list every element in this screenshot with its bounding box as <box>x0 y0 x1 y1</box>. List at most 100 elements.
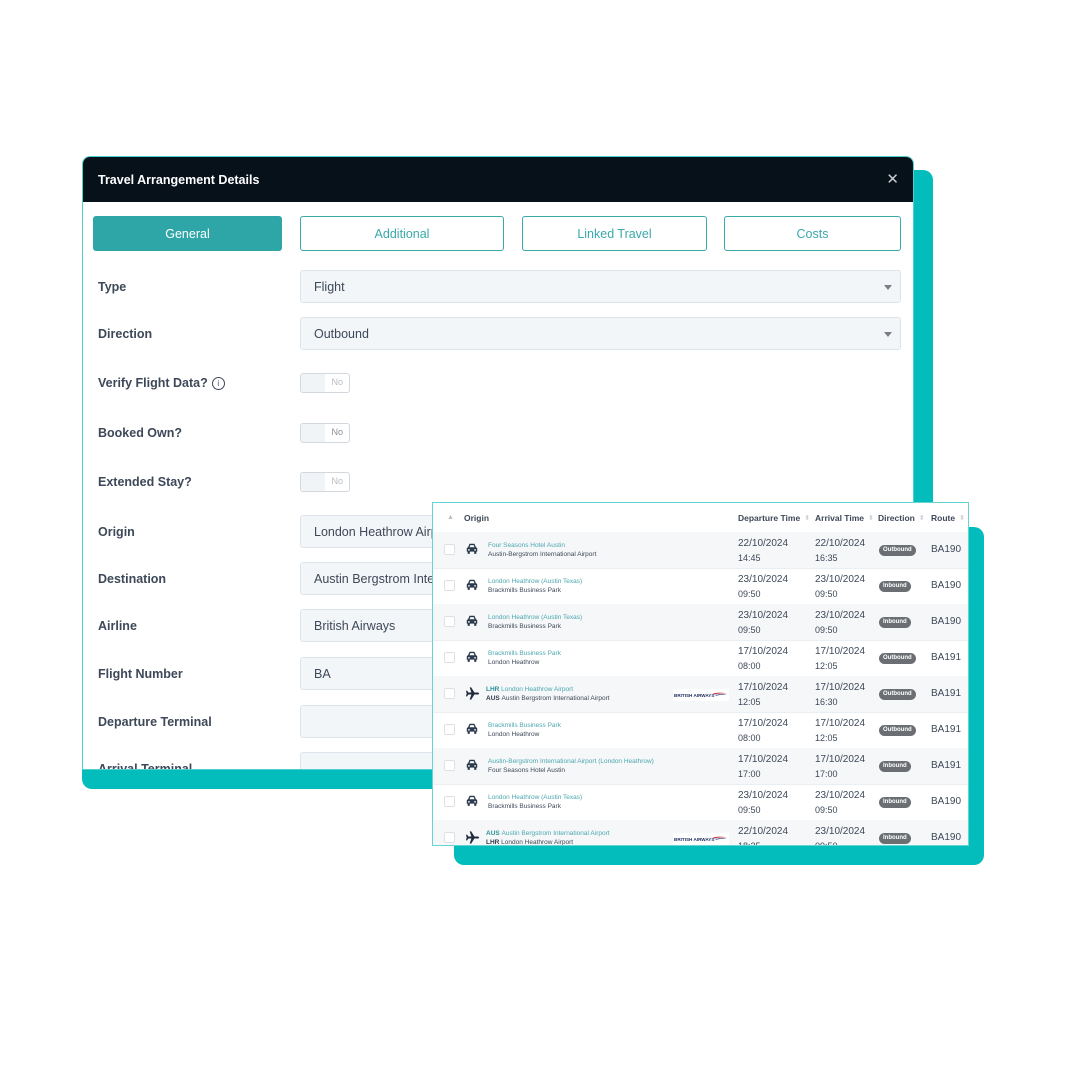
departure-cell: 22/10/2024 18:25 <box>738 824 789 845</box>
table-row[interactable]: London Heathrow (Austin Texas) Brackmills… <box>433 784 968 821</box>
time-text: 09:50 <box>738 589 761 599</box>
origin-label: Origin <box>98 525 135 539</box>
time-text: 14:45 <box>738 553 761 563</box>
origin-line[interactable]: AUS Austin Bergstrom International Airpo… <box>486 829 610 838</box>
route-cell: BA191 <box>931 760 962 771</box>
direction-label: Direction <box>98 327 153 341</box>
time-text: 09:50 <box>738 805 761 815</box>
info-icon[interactable]: i <box>211 376 225 390</box>
origin-line[interactable]: LHR London Heathrow Airport <box>486 685 610 694</box>
table-row[interactable]: London Heathrow (Austin Texas) Brackmills… <box>433 604 968 641</box>
arrival-cell: 17/10/2024 12:05 <box>815 644 865 674</box>
time-text: 09:50 <box>738 625 761 635</box>
row-checkbox[interactable] <box>444 616 455 627</box>
airport-code: LHR <box>486 686 502 693</box>
row-checkbox[interactable] <box>444 544 455 555</box>
booked-own-toggle[interactable]: No <box>300 423 350 443</box>
time-text: 09:50 <box>815 625 838 635</box>
airline-label: Airline <box>98 619 137 633</box>
origin-line[interactable]: London Heathrow (Austin Texas) <box>488 613 582 622</box>
row-checkbox[interactable] <box>444 832 455 843</box>
origin-cell: London Heathrow (Austin Texas) Brackmills… <box>488 577 582 595</box>
col-route[interactable]: Route ⬍ <box>931 503 965 532</box>
tab-general[interactable]: General <box>93 216 282 251</box>
departure-terminal-label: Departure Terminal <box>98 715 212 729</box>
route-cell: BA190 <box>931 544 962 555</box>
direction-badge: Outbound <box>879 545 916 556</box>
airport-code: LHR <box>486 839 502 846</box>
time-text: 12:05 <box>815 733 838 743</box>
toggle-label: No <box>331 476 343 486</box>
direction-select[interactable]: Outbound <box>300 317 901 350</box>
destination-line: Brackmills Business Park <box>488 587 561 594</box>
row-checkbox[interactable] <box>444 796 455 807</box>
table-row[interactable]: London Heathrow (Austin Texas) Brackmills… <box>433 568 968 605</box>
departure-cell: 17/10/2024 12:05 <box>738 680 788 710</box>
table-row[interactable]: Brackmills Business Park London Heathrow 1… <box>433 712 968 749</box>
table-row[interactable]: LHR London Heathrow Airport AUS Austin Be… <box>433 676 968 713</box>
svg-text:BRITISH AIRWAYS: BRITISH AIRWAYS <box>674 693 714 698</box>
date-text: 17/10/2024 <box>738 718 789 729</box>
time-text: 09:50 <box>815 805 838 815</box>
arrival-cell: 17/10/2024 12:05 <box>815 716 865 746</box>
destination-line: London Heathrow <box>488 659 540 666</box>
col-arrival-label: Arrival Time <box>815 512 864 523</box>
sort-icon[interactable]: ▲ <box>447 503 454 532</box>
col-arrival[interactable]: Arrival Time ⬍ <box>815 503 874 532</box>
col-origin[interactable]: Origin <box>464 503 489 532</box>
origin-line[interactable]: Austin-Bergstrom International Airport (… <box>488 757 654 766</box>
destination-line: AUS Austin Bergstrom International Airpo… <box>486 695 610 702</box>
date-text: 17/10/2024 <box>815 718 866 729</box>
origin-line[interactable]: Four Seasons Hotel Austin <box>488 541 596 550</box>
origin-line[interactable]: Brackmills Business Park <box>488 721 561 730</box>
date-text: 22/10/2024 <box>815 538 866 549</box>
destination-value: Austin Bergstrom Inter <box>314 571 439 586</box>
arrival-terminal-label: Arrival Terminal <box>98 762 193 770</box>
tab-costs[interactable]: Costs <box>724 216 901 251</box>
table-row[interactable]: Brackmills Business Park London Heathrow 1… <box>433 640 968 677</box>
row-checkbox[interactable] <box>444 652 455 663</box>
departure-cell: 22/10/2024 14:45 <box>738 536 788 566</box>
date-text: 23/10/2024 <box>738 610 789 621</box>
row-checkbox[interactable] <box>444 760 455 771</box>
toggle-knob <box>301 473 325 491</box>
departure-cell: 23/10/2024 09:50 <box>738 608 788 638</box>
table-row[interactable]: Four Seasons Hotel Austin Austin-Bergstro… <box>433 532 968 569</box>
table-row[interactable]: Austin-Bergstrom International Airport (… <box>433 748 968 785</box>
origin-line[interactable]: London Heathrow (Austin Texas) <box>488 577 582 586</box>
row-checkbox[interactable] <box>444 580 455 591</box>
sort-icon: ⬍ <box>918 514 925 522</box>
verify-label: Verify Flight Data? i <box>98 366 225 400</box>
arrival-cell: 23/10/2024 09:50 <box>815 824 865 845</box>
origin-line[interactable]: Brackmills Business Park <box>488 649 561 658</box>
time-text: 17:00 <box>738 769 761 779</box>
car-icon <box>465 542 479 556</box>
car-icon <box>465 650 479 664</box>
col-direction-label: Direction <box>878 512 915 523</box>
type-select[interactable]: Flight <box>300 270 901 303</box>
origin-cell: Austin-Bergstrom International Airport (… <box>488 757 654 775</box>
booked-own-row: Booked Own? No <box>83 416 913 450</box>
extended-stay-toggle[interactable]: No <box>300 472 350 492</box>
direction-badge: Inbound <box>879 797 911 808</box>
departure-cell: 23/10/2024 09:50 <box>738 788 788 818</box>
departure-cell: 17/10/2024 17:00 <box>738 752 788 782</box>
close-icon[interactable]: ✕ <box>886 172 899 187</box>
plane-icon <box>465 830 480 844</box>
direction-badge: Inbound <box>879 581 911 592</box>
origin-line[interactable]: London Heathrow (Austin Texas) <box>488 793 582 802</box>
col-departure[interactable]: Departure Time ⬍ <box>738 503 810 532</box>
british-airways-logo: BRITISH AIRWAYS <box>673 832 729 845</box>
verify-toggle[interactable]: No <box>300 373 350 393</box>
row-checkbox[interactable] <box>444 724 455 735</box>
row-checkbox[interactable] <box>444 688 455 699</box>
destination-line: Brackmills Business Park <box>488 803 561 810</box>
date-text: 17/10/2024 <box>815 646 866 657</box>
extended-stay-row: Extended Stay? No <box>83 465 913 499</box>
col-direction[interactable]: Direction ⬍ <box>878 503 925 532</box>
tab-additional[interactable]: Additional <box>300 216 504 251</box>
table-row[interactable]: AUS Austin Bergstrom International Airpo… <box>433 820 968 846</box>
origin-cell: London Heathrow (Austin Texas) Brackmills… <box>488 613 582 631</box>
tab-linked-travel[interactable]: Linked Travel <box>522 216 707 251</box>
date-text: 22/10/2024 <box>738 826 789 837</box>
